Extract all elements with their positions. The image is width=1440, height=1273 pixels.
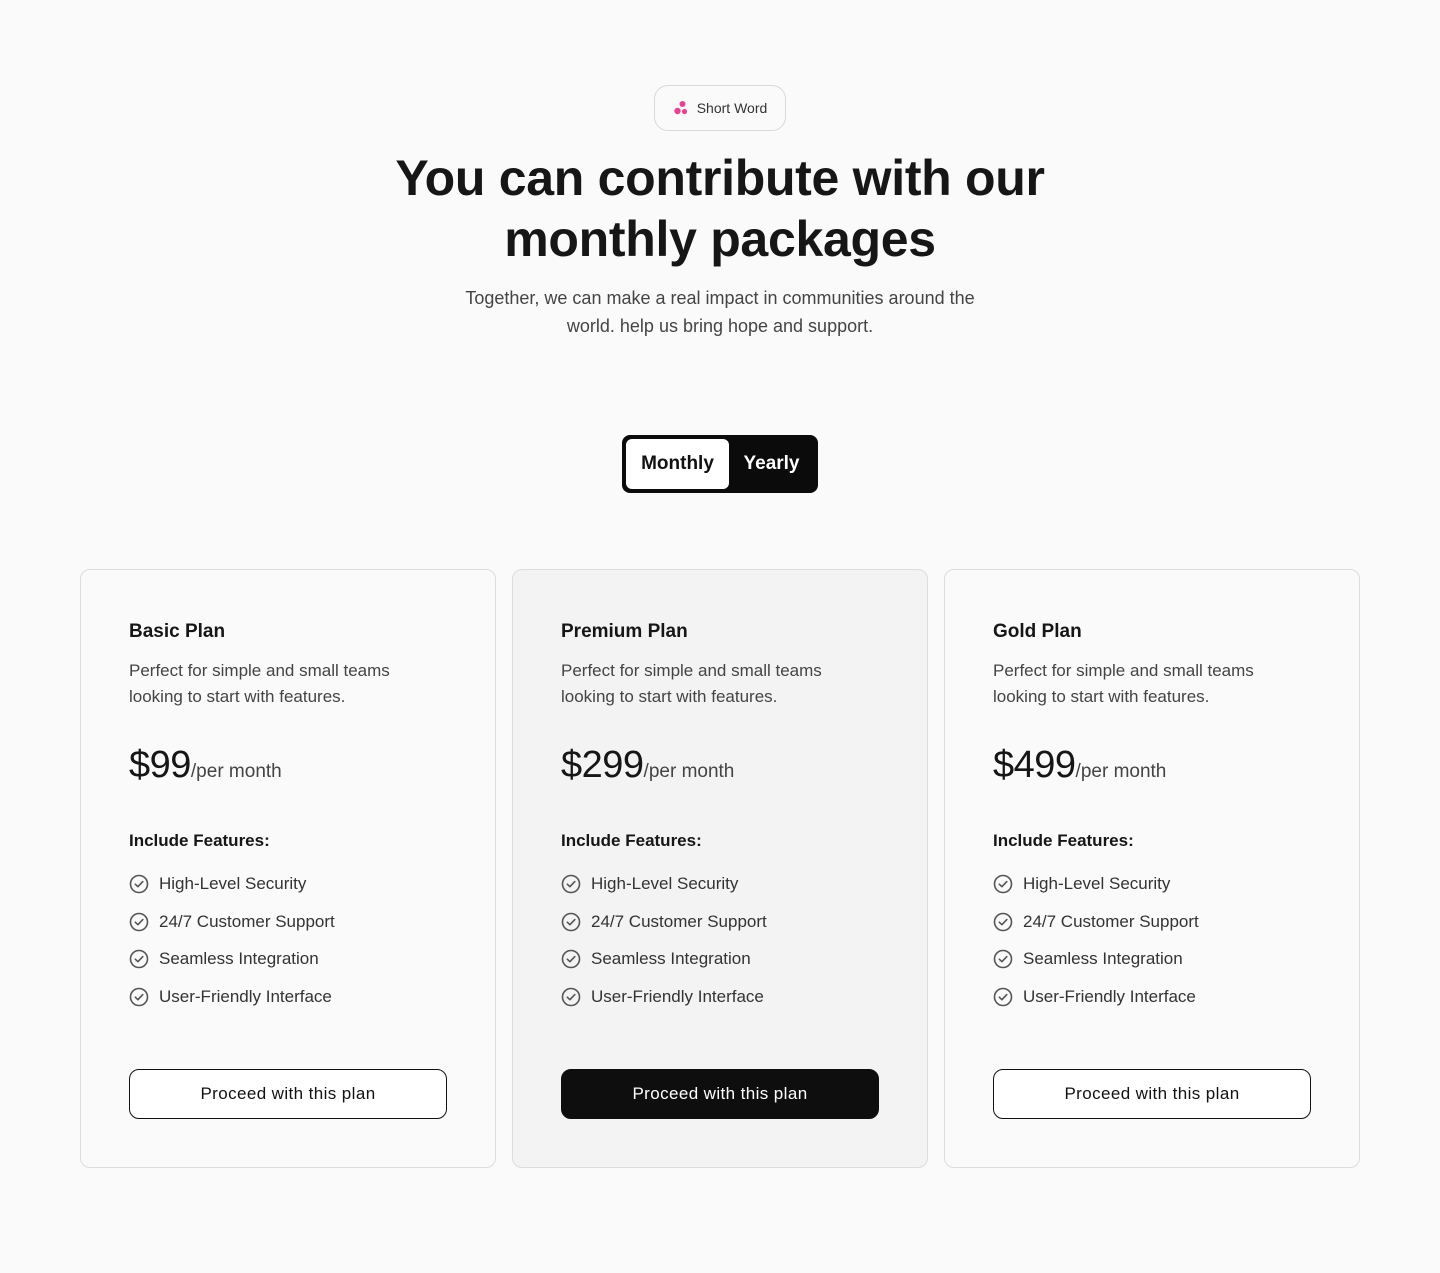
feature-label: User-Friendly Interface (159, 986, 332, 1006)
plan-price-row: $299 /per month (561, 744, 879, 787)
plan-period: /per month (643, 761, 735, 782)
feature-label: 24/7 Customer Support (159, 911, 335, 931)
plan-card-gold: Gold Plan Perfect for simple and small t… (944, 569, 1360, 1168)
feature-item: User-Friendly Interface (561, 978, 879, 1016)
feature-item: Seamless Integration (561, 940, 879, 978)
page-title-line-2: monthly packages (504, 211, 936, 267)
check-circle-icon (993, 912, 1013, 931)
check-circle-icon (561, 987, 581, 1007)
plan-price: $299 (561, 744, 644, 786)
molecule-dots-icon (674, 101, 687, 115)
feature-label: High-Level Security (1023, 873, 1171, 893)
proceed-button-premium[interactable]: Proceed with this plan (561, 1069, 879, 1119)
feature-item: User-Friendly Interface (129, 978, 447, 1016)
plan-name: Gold Plan (993, 621, 1082, 642)
feature-list: High-Level Security 24/7 Customer Suppor… (129, 865, 447, 1016)
toggle-monthly[interactable]: Monthly (626, 439, 729, 489)
plan-card-premium: Premium Plan Perfect for simple and smal… (512, 569, 928, 1168)
check-circle-icon (129, 912, 149, 931)
check-circle-icon (129, 874, 149, 894)
feature-list: High-Level Security 24/7 Customer Suppor… (993, 865, 1311, 1016)
feature-label: User-Friendly Interface (1023, 986, 1196, 1006)
feature-label: Seamless Integration (1023, 949, 1183, 969)
feature-item: 24/7 Customer Support (129, 903, 447, 941)
features-heading: Include Features: (993, 831, 1134, 850)
feature-label: High-Level Security (159, 873, 307, 893)
page-title: You can contribute with our monthly pack… (0, 148, 1440, 270)
page-title-line-1: You can contribute with our (395, 150, 1045, 206)
feature-item: High-Level Security (561, 865, 879, 903)
feature-item: 24/7 Customer Support (561, 903, 879, 941)
feature-label: Seamless Integration (591, 949, 751, 969)
billing-toggle: Monthly Yearly (622, 435, 818, 493)
feature-label: 24/7 Customer Support (591, 911, 767, 931)
plan-name: Premium Plan (561, 621, 688, 642)
page-subtitle: Together, we can make a real impact in c… (465, 288, 975, 336)
check-circle-icon (129, 949, 149, 969)
plan-price-row: $99 /per month (129, 744, 447, 787)
plan-price: $499 (993, 744, 1076, 786)
check-circle-icon (993, 949, 1013, 969)
check-circle-icon (993, 874, 1013, 894)
plan-description: Perfect for simple and small teams looki… (561, 661, 822, 706)
feature-label: High-Level Security (591, 873, 739, 893)
feature-item: User-Friendly Interface (993, 978, 1311, 1016)
plan-description: Perfect for simple and small teams looki… (129, 661, 390, 706)
check-circle-icon (561, 949, 581, 969)
plan-card-basic: Basic Plan Perfect for simple and small … (80, 569, 496, 1168)
feature-label: 24/7 Customer Support (1023, 911, 1199, 931)
proceed-button-gold[interactable]: Proceed with this plan (993, 1069, 1311, 1119)
check-circle-icon (993, 987, 1013, 1007)
features-heading: Include Features: (129, 831, 270, 850)
plan-period: /per month (1075, 761, 1167, 782)
feature-label: User-Friendly Interface (591, 986, 764, 1006)
feature-label: Seamless Integration (159, 949, 319, 969)
proceed-button-basic[interactable]: Proceed with this plan (129, 1069, 447, 1119)
feature-item: High-Level Security (993, 865, 1311, 903)
plan-price-row: $499 /per month (993, 744, 1311, 787)
pricing-page: Short Word You can contribute with our m… (0, 0, 1440, 1273)
feature-item: Seamless Integration (129, 940, 447, 978)
feature-list: High-Level Security 24/7 Customer Suppor… (561, 865, 879, 1016)
plan-price: $99 (129, 744, 191, 786)
features-heading: Include Features: (561, 831, 702, 850)
plan-description: Perfect for simple and small teams looki… (993, 661, 1254, 706)
feature-item: High-Level Security (129, 865, 447, 903)
check-circle-icon (561, 874, 581, 894)
feature-item: Seamless Integration (993, 940, 1311, 978)
badge-label: Short Word (696, 100, 768, 116)
toggle-yearly[interactable]: Yearly (729, 439, 814, 489)
section-badge: Short Word (654, 85, 786, 131)
check-circle-icon (561, 912, 581, 931)
check-circle-icon (129, 987, 149, 1007)
plan-period: /per month (190, 761, 282, 782)
plan-name: Basic Plan (129, 621, 226, 642)
feature-item: 24/7 Customer Support (993, 903, 1311, 941)
